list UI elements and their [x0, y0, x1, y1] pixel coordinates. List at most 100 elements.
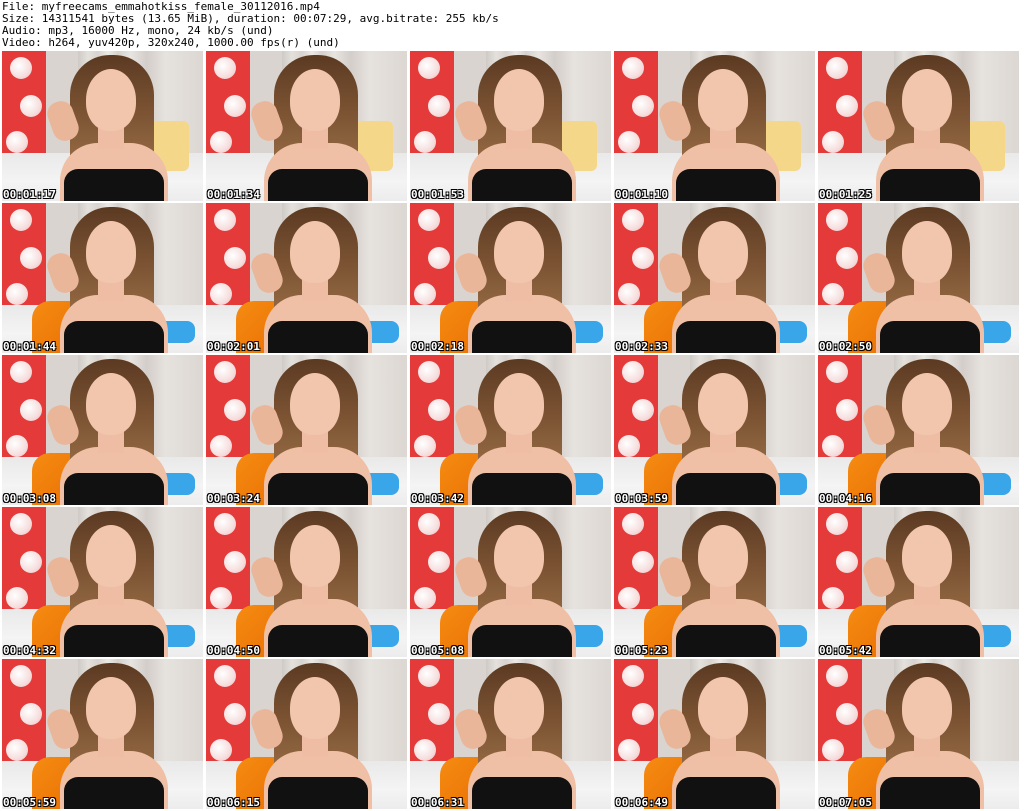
polka-dot [224, 247, 246, 269]
polka-dot [632, 703, 654, 725]
video-thumbnail[interactable]: 00:05:08 [410, 507, 611, 657]
black-top [268, 777, 368, 809]
video-thumbnail[interactable]: 00:03:08 [2, 355, 203, 505]
video-thumbnail[interactable]: 00:05:59 [2, 659, 203, 809]
video-thumbnail[interactable]: 00:03:42 [410, 355, 611, 505]
polka-dot [836, 399, 858, 421]
video-thumbnail[interactable]: 00:07:05 [818, 659, 1019, 809]
video-thumbnail[interactable]: 00:01:34 [206, 51, 407, 201]
thumbnail-timestamp: 00:03:08 [3, 492, 56, 505]
polka-dot [618, 739, 640, 761]
video-thumbnail[interactable]: 00:02:01 [206, 203, 407, 353]
polka-dot [224, 703, 246, 725]
red-curtain [614, 51, 659, 168]
person-face [494, 525, 544, 587]
video-thumbnail[interactable]: 00:06:31 [410, 659, 611, 809]
red-curtain [206, 203, 251, 320]
red-curtain [206, 507, 251, 624]
thumbnail-timestamp: 00:01:53 [411, 188, 464, 201]
polka-dot [826, 57, 848, 79]
polka-dot [418, 665, 440, 687]
polka-dot [210, 131, 232, 153]
red-curtain [2, 51, 47, 168]
polka-dot [210, 435, 232, 457]
video-thumbnail[interactable]: 00:06:49 [614, 659, 815, 809]
person-face [86, 677, 136, 739]
person-face [86, 69, 136, 131]
polka-dot [210, 739, 232, 761]
polka-dot [618, 283, 640, 305]
black-top [880, 169, 980, 201]
polka-dot [826, 513, 848, 535]
black-top [472, 321, 572, 353]
polka-dot [214, 57, 236, 79]
polka-dot [826, 209, 848, 231]
polka-dot [214, 665, 236, 687]
video-thumbnail[interactable]: 00:04:32 [2, 507, 203, 657]
polka-dot [6, 587, 28, 609]
video-thumbnail[interactable]: 00:05:23 [614, 507, 815, 657]
black-top [64, 169, 164, 201]
polka-dot [428, 247, 450, 269]
person-face [698, 525, 748, 587]
person-face [494, 69, 544, 131]
polka-dot [418, 209, 440, 231]
polka-dot [10, 513, 32, 535]
polka-dot [428, 399, 450, 421]
black-top [676, 625, 776, 657]
video-thumbnail[interactable]: 00:06:15 [206, 659, 407, 809]
video-thumbnail[interactable]: 00:01:25 [818, 51, 1019, 201]
video-thumbnail[interactable]: 00:03:24 [206, 355, 407, 505]
polka-dot [418, 361, 440, 383]
person-face [290, 677, 340, 739]
polka-dot [622, 665, 644, 687]
person-face [290, 525, 340, 587]
red-curtain [410, 507, 455, 624]
thumbnail-timestamp: 00:01:25 [819, 188, 872, 201]
polka-dot [622, 209, 644, 231]
video-thumbnail[interactable]: 00:02:33 [614, 203, 815, 353]
video-thumbnail[interactable]: 00:03:59 [614, 355, 815, 505]
video-thumbnail[interactable]: 00:01:53 [410, 51, 611, 201]
person-face [902, 525, 952, 587]
video-thumbnail[interactable]: 00:02:50 [818, 203, 1019, 353]
thumbnail-timestamp: 00:03:24 [207, 492, 260, 505]
polka-dot [428, 95, 450, 117]
black-top [472, 625, 572, 657]
black-top [268, 321, 368, 353]
video-thumbnail[interactable]: 00:04:50 [206, 507, 407, 657]
polka-dot [6, 131, 28, 153]
polka-dot [618, 587, 640, 609]
thumbnail-timestamp: 00:02:18 [411, 340, 464, 353]
person-face [902, 221, 952, 283]
thumbnail-timestamp: 00:05:42 [819, 644, 872, 657]
polka-dot [224, 95, 246, 117]
person-face [698, 373, 748, 435]
red-curtain [614, 507, 659, 624]
black-top [268, 625, 368, 657]
red-curtain [206, 51, 251, 168]
video-thumbnail[interactable]: 00:05:42 [818, 507, 1019, 657]
thumbnail-timestamp: 00:05:59 [3, 796, 56, 809]
polka-dot [622, 513, 644, 535]
polka-dot [414, 131, 436, 153]
video-thumbnail[interactable]: 00:01:10 [614, 51, 815, 201]
video-thumbnail[interactable]: 00:01:44 [2, 203, 203, 353]
video-thumbnail[interactable]: 00:04:16 [818, 355, 1019, 505]
polka-dot [20, 703, 42, 725]
thumbnail-timestamp: 00:02:01 [207, 340, 260, 353]
polka-dot [822, 131, 844, 153]
polka-dot [826, 361, 848, 383]
thumbnail-timestamp: 00:05:23 [615, 644, 668, 657]
polka-dot [618, 435, 640, 457]
polka-dot [632, 399, 654, 421]
polka-dot [20, 399, 42, 421]
polka-dot [214, 513, 236, 535]
person-face [698, 221, 748, 283]
video-thumbnail[interactable]: 00:01:17 [2, 51, 203, 201]
red-curtain [410, 355, 455, 472]
video-thumbnail[interactable]: 00:02:18 [410, 203, 611, 353]
polka-dot [414, 587, 436, 609]
red-curtain [206, 659, 251, 776]
polka-dot [214, 209, 236, 231]
